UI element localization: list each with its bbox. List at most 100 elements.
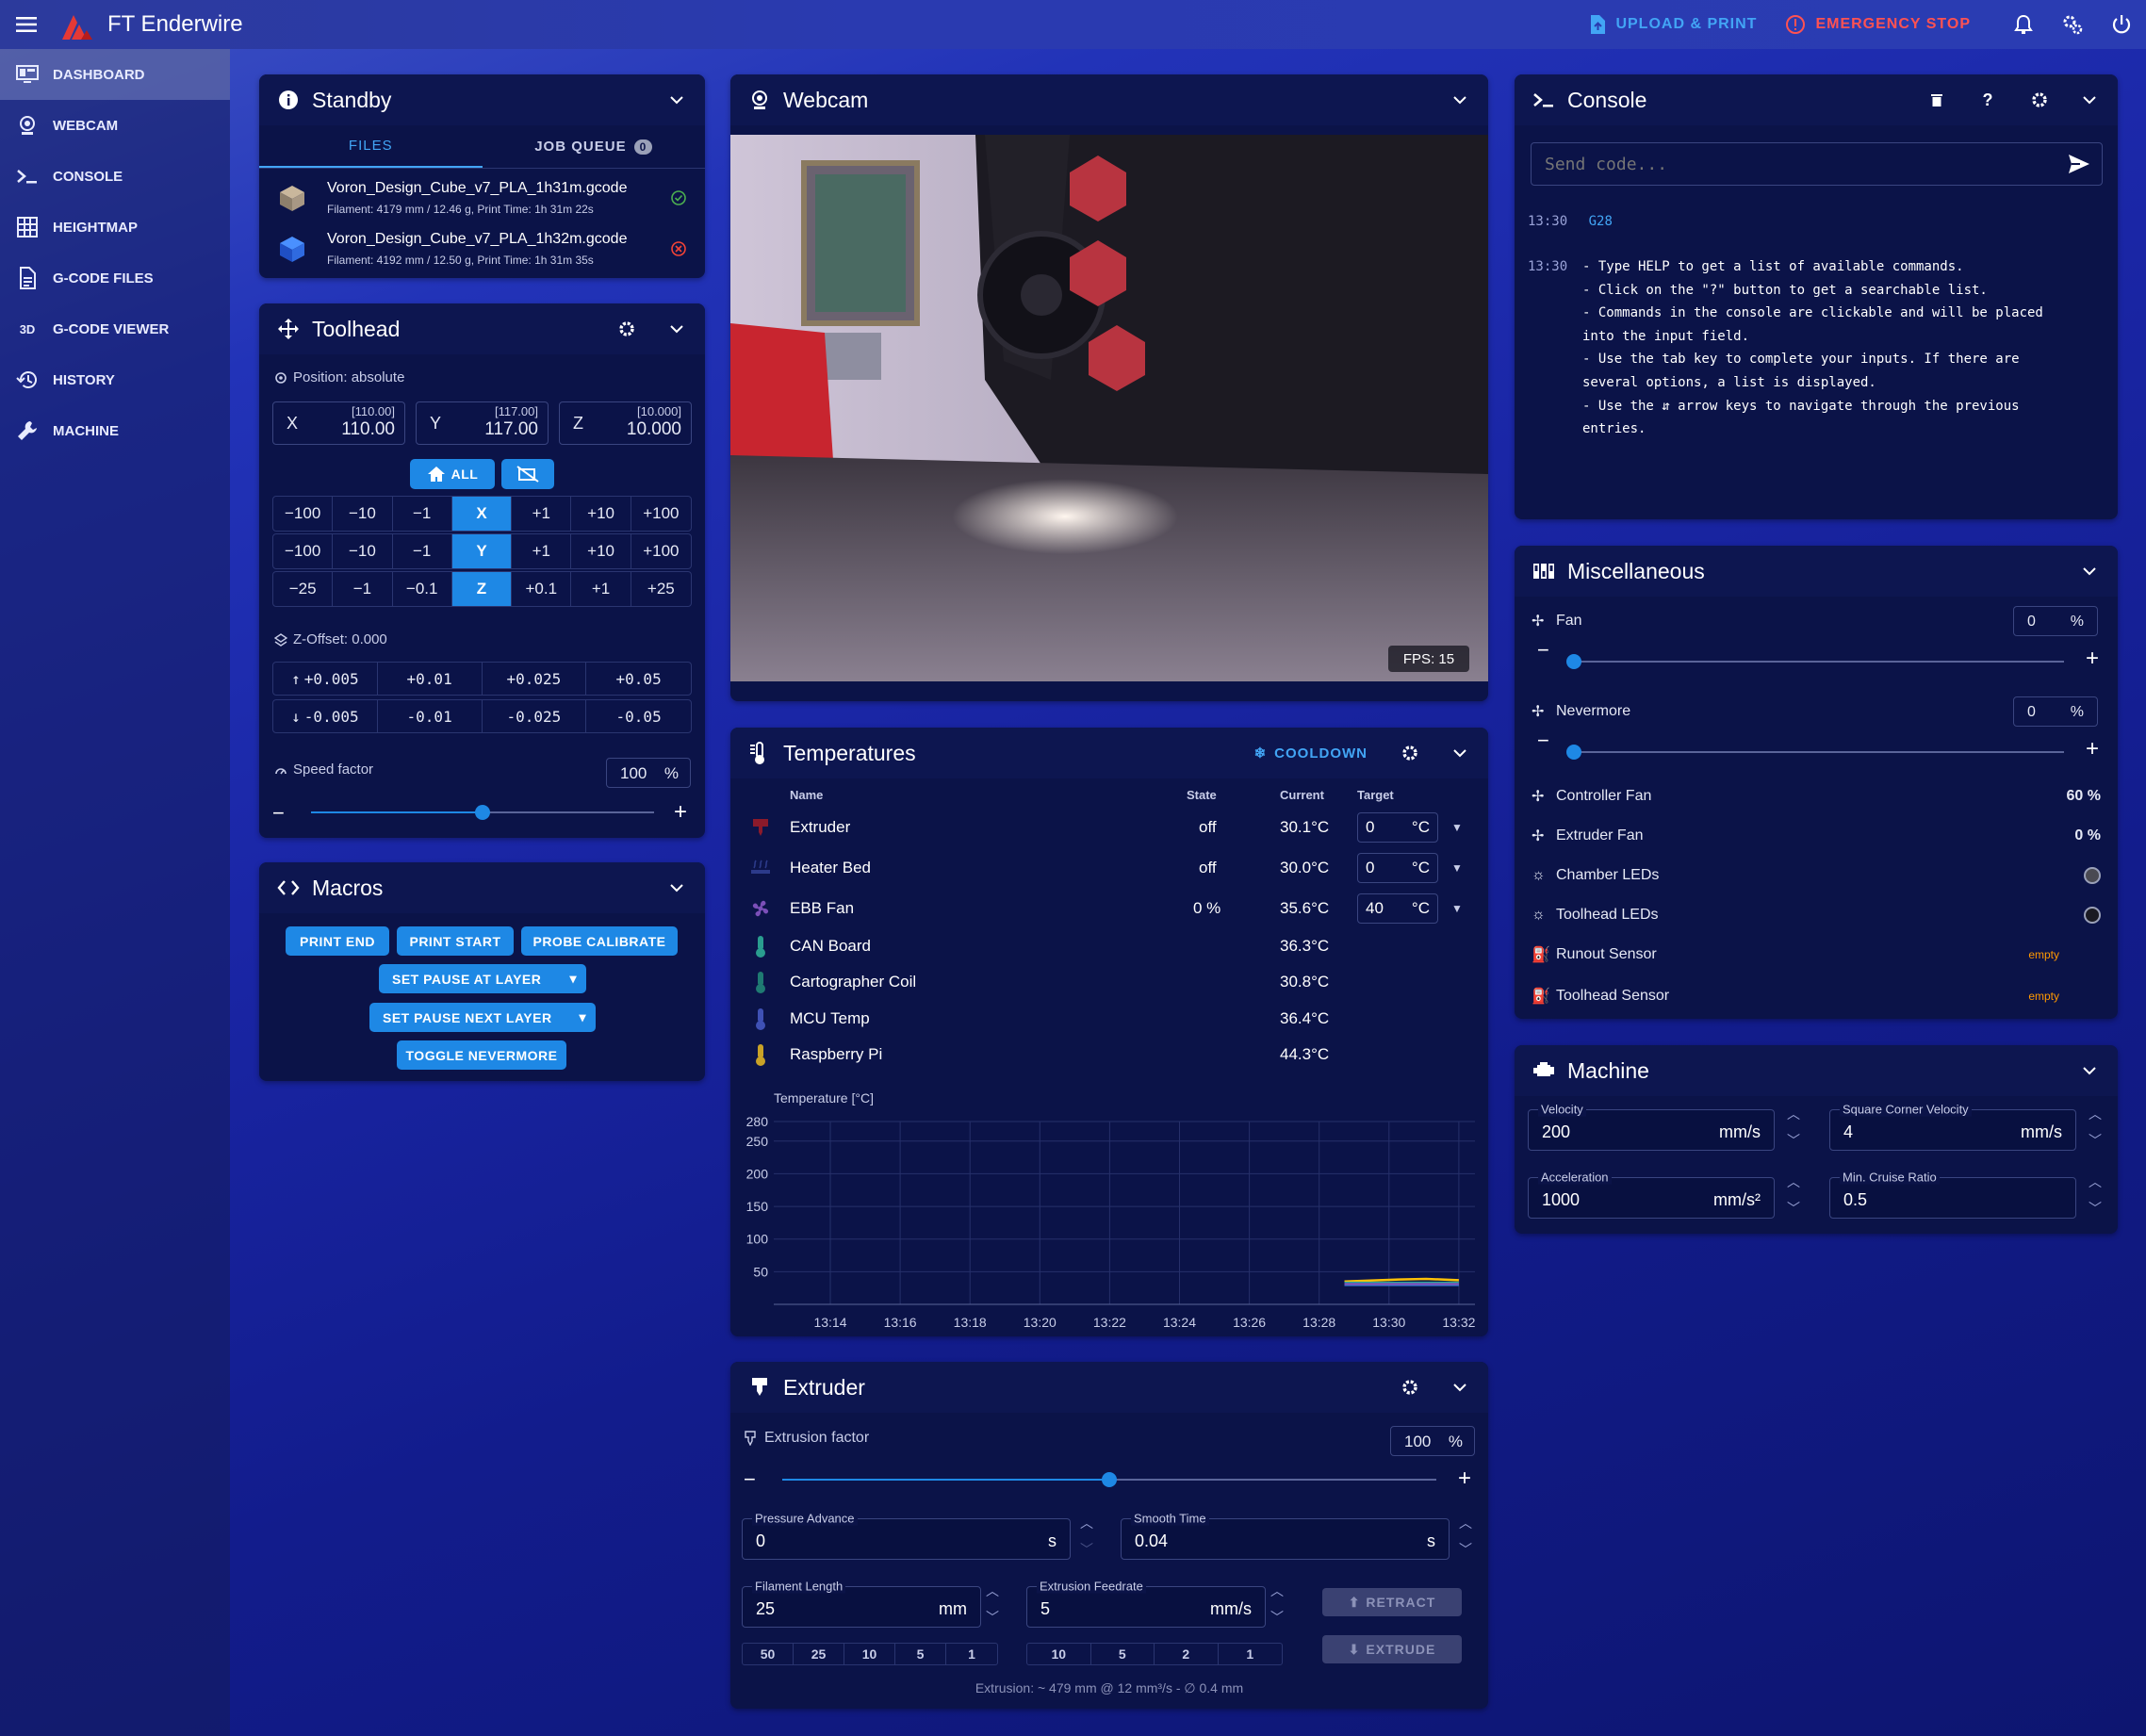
menu-down-icon[interactable]: ▼	[1451, 902, 1463, 915]
chevron-down-icon[interactable]: ﹀	[983, 1607, 1002, 1628]
chevron-down-icon[interactable]: ﹀	[1077, 1539, 1096, 1560]
led-color-swatch[interactable]	[2084, 907, 2101, 924]
gear-icon[interactable]	[1400, 743, 1420, 763]
position-y-field[interactable]: Y [117.00] 117.00	[416, 401, 549, 445]
slider-handle[interactable]	[1102, 1472, 1117, 1487]
acceleration-field[interactable]: Acceleration 1000 mm/s²	[1528, 1170, 1775, 1219]
gear-icon[interactable]	[616, 319, 637, 339]
jog-button[interactable]: +100	[631, 534, 691, 568]
speed-slider[interactable]	[311, 805, 654, 820]
plus-icon[interactable]: +	[1458, 1466, 1471, 1492]
plus-icon[interactable]: +	[2086, 646, 2099, 672]
home-axis-button[interactable]: Z	[451, 572, 513, 606]
chevron-down-icon[interactable]	[2078, 89, 2101, 111]
slider-handle[interactable]	[1566, 745, 1581, 760]
sidebar-item-history[interactable]: HISTORY	[0, 354, 230, 405]
sidebar-item-machine[interactable]: MACHINE	[0, 405, 230, 456]
upload-print-button[interactable]: UPLOAD & PRINT	[1589, 14, 1757, 35]
jog-button[interactable]: −100	[273, 497, 334, 531]
smooth-time-field[interactable]: Smooth Time 0.04 s	[1121, 1511, 1450, 1560]
slider-handle[interactable]	[475, 805, 490, 820]
chevron-up-icon[interactable]: ︿	[1784, 1104, 1803, 1124]
preset-button[interactable]: 1	[1219, 1644, 1283, 1664]
chevron-up-icon[interactable]: ︿	[983, 1580, 1002, 1601]
extrude-button[interactable]: ⬇ EXTRUDE	[1322, 1635, 1462, 1663]
chevron-down-icon[interactable]: ﹀	[1456, 1539, 1475, 1560]
home-all-button[interactable]: ALL	[410, 459, 495, 489]
target-input[interactable]: 0 °C	[1357, 853, 1438, 883]
chevron-down-icon[interactable]	[665, 89, 688, 111]
chevron-up-icon[interactable]: ︿	[1784, 1171, 1803, 1192]
fan-speed-input[interactable]: 0%	[2013, 696, 2098, 727]
jog-button[interactable]: +25	[631, 572, 691, 606]
preset-button[interactable]: 10	[844, 1644, 895, 1664]
tab-files[interactable]: FILES	[259, 125, 483, 168]
preset-button[interactable]: 50	[743, 1644, 794, 1664]
chevron-down-icon[interactable]: ﹀	[1268, 1607, 1286, 1628]
home-axis-button[interactable]: Y	[451, 534, 513, 568]
target-input[interactable]: 0 °C	[1357, 812, 1438, 843]
plus-icon[interactable]: +	[2086, 736, 2099, 762]
minus-icon[interactable]: −	[744, 1467, 756, 1492]
chevron-up-icon[interactable]: ︿	[1268, 1580, 1286, 1601]
chevron-down-icon[interactable]	[1449, 742, 1471, 764]
webcam-stream[interactable]: FPS: 15	[730, 135, 1488, 681]
chevron-down-icon[interactable]	[1449, 1376, 1471, 1399]
min-cruise-ratio-field[interactable]: Min. Cruise Ratio 0.5	[1829, 1170, 2076, 1219]
send-icon[interactable]	[2068, 154, 2090, 179]
macro-probe-calibrate-button[interactable]: PROBE CALIBRATE	[521, 926, 678, 956]
chevron-down-icon[interactable]	[2078, 560, 2101, 582]
led-color-swatch[interactable]	[2084, 867, 2101, 884]
retract-button[interactable]: ⬆ RETRACT	[1322, 1588, 1462, 1616]
power-icon[interactable]	[2097, 0, 2146, 49]
zoffset-button[interactable]: -0.05	[586, 700, 691, 732]
zoffset-button[interactable]: -0.01	[378, 700, 483, 732]
target-input[interactable]: 40 °C	[1357, 893, 1438, 924]
jog-button[interactable]: −0.1	[393, 572, 452, 606]
zoffset-button[interactable]: +0.05	[586, 663, 691, 695]
macro-print-end-button[interactable]: PRINT END	[286, 926, 389, 956]
sidebar-item-webcam[interactable]: WEBCAM	[0, 100, 230, 151]
jog-button[interactable]: +1	[512, 497, 572, 531]
jog-button[interactable]: +0.1	[512, 572, 572, 606]
chevron-down-icon[interactable]	[2078, 1059, 2101, 1082]
preset-button[interactable]: 25	[794, 1644, 844, 1664]
jog-button[interactable]: −10	[333, 497, 393, 531]
emergency-stop-button[interactable]: EMERGENCY STOP	[1785, 14, 1971, 35]
plus-icon[interactable]: +	[674, 799, 687, 826]
zoffset-button[interactable]: +0.01	[378, 663, 483, 695]
position-z-field[interactable]: Z [10.000] 10.000	[559, 401, 692, 445]
chevron-down-icon[interactable]: ﹀	[1784, 1198, 1803, 1219]
chevron-down-icon[interactable]: ﹀	[2086, 1198, 2105, 1219]
chevron-down-icon[interactable]	[1449, 89, 1471, 111]
chevron-down-icon[interactable]	[665, 876, 688, 899]
preset-button[interactable]: 10	[1027, 1644, 1091, 1664]
help-icon[interactable]: ?	[1978, 90, 1997, 110]
file-row[interactable]: Voron_Design_Cube_v7_PLA_1h31m.gcode Fil…	[259, 172, 705, 221]
jog-button[interactable]: +100	[631, 497, 691, 531]
home-axis-button[interactable]: X	[451, 497, 513, 531]
filament-length-field[interactable]: Filament Length 25 mm	[742, 1579, 981, 1628]
menu-down-icon[interactable]: ▼	[1451, 861, 1463, 875]
zoffset-button[interactable]: -0.025	[483, 700, 587, 732]
minus-icon[interactable]: −	[1537, 729, 1549, 753]
velocity-field[interactable]: Velocity 200 mm/s	[1528, 1102, 1775, 1151]
extrusion-factor-slider[interactable]	[782, 1472, 1436, 1487]
file-row[interactable]: Voron_Design_Cube_v7_PLA_1h32m.gcode Fil…	[259, 223, 705, 272]
menu-icon[interactable]	[0, 0, 53, 49]
zoffset-button[interactable]: ↑ +0.005	[273, 663, 378, 695]
sidebar-item-heightmap[interactable]: HEIGHTMAP	[0, 202, 230, 253]
minus-icon[interactable]: −	[1537, 638, 1549, 663]
gear-icon[interactable]	[2029, 90, 2050, 110]
chevron-up-icon[interactable]: ︿	[1456, 1513, 1475, 1533]
macro-set-pause-at-layer-button[interactable]: SET PAUSE AT LAYER ▾	[379, 964, 586, 993]
square-corner-velocity-field[interactable]: Square Corner Velocity 4 mm/s	[1829, 1102, 2076, 1151]
gear-icon[interactable]	[1400, 1377, 1420, 1398]
preset-button[interactable]: 5	[1091, 1644, 1155, 1664]
jog-button[interactable]: +10	[571, 497, 631, 531]
nevermore-slider[interactable]	[1566, 745, 2064, 760]
extrusion-feedrate-field[interactable]: Extrusion Feedrate 5 mm/s	[1026, 1579, 1266, 1628]
chevron-down-icon[interactable]: ﹀	[2086, 1130, 2105, 1151]
jog-button[interactable]: +1	[512, 534, 572, 568]
sidebar-item-gcode-viewer[interactable]: 3D G-CODE VIEWER	[0, 303, 230, 354]
